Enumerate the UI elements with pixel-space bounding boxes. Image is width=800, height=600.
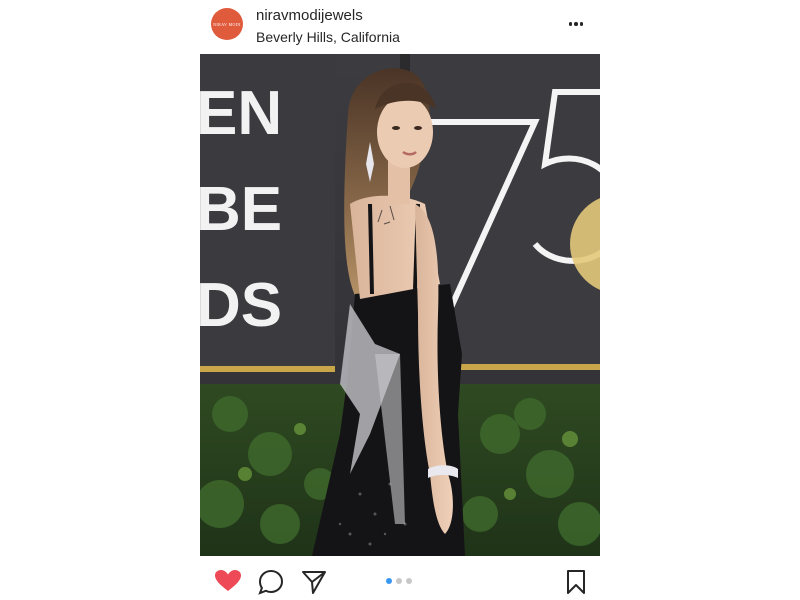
backdrop-letters-3: DS [200,271,282,340]
avatar-logo-text: NIRAV MODI [213,21,241,27]
backdrop-letters-2: BE [200,175,282,244]
comment-icon[interactable] [258,569,284,600]
heart-icon[interactable] [214,569,242,598]
avatar[interactable]: NIRAV MODI [211,8,243,40]
location[interactable]: Beverly Hills, California [256,29,400,45]
share-icon[interactable] [301,569,327,600]
carousel-indicator [386,578,412,584]
backdrop-letters-1: EN [200,79,282,148]
bookmark-icon[interactable] [566,569,586,600]
carousel-dot-3 [406,578,412,584]
instagram-post: NIRAV MODI niravmodijewels Beverly Hills… [200,0,600,600]
post-photo[interactable]: EN BE DS [200,54,600,556]
carousel-dot-2 [396,578,402,584]
action-bar [200,556,600,600]
carousel-dot-1 [386,578,392,584]
post-header: NIRAV MODI niravmodijewels Beverly Hills… [200,0,600,54]
username[interactable]: niravmodijewels [256,7,363,24]
photo-illustration: EN BE DS [200,54,600,556]
more-options-icon[interactable] [566,14,586,34]
